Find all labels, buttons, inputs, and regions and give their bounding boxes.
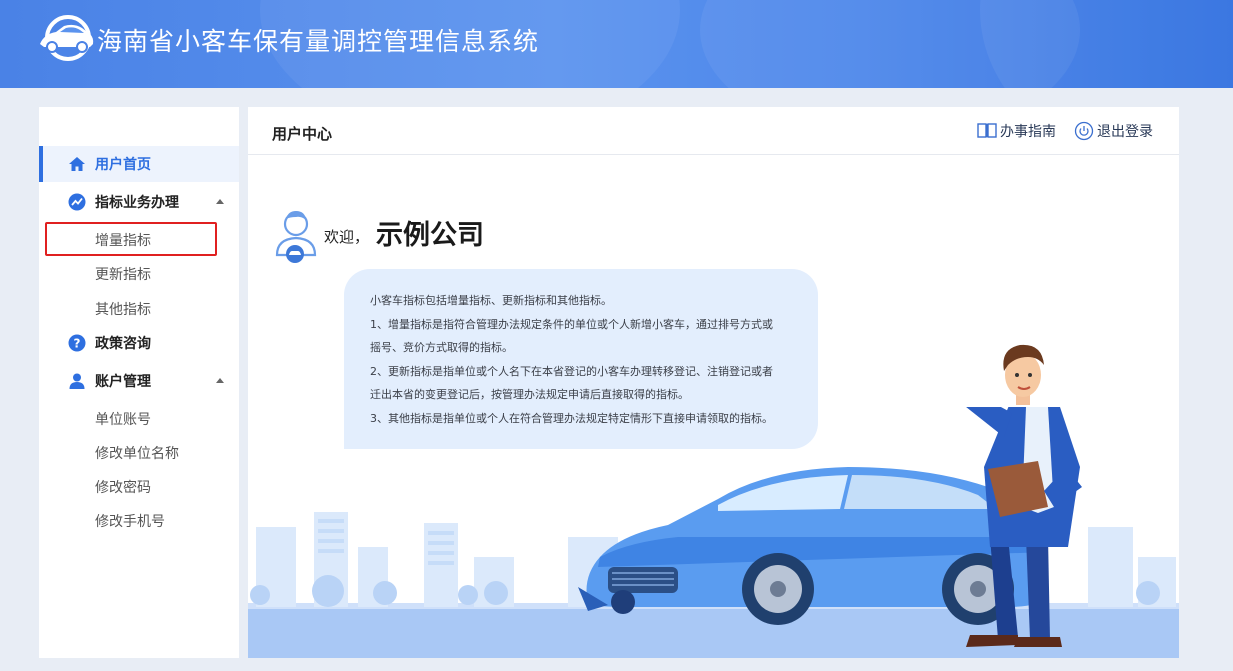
sidebar-subitem-renewal-quota[interactable]: 更新指标 (95, 264, 151, 284)
sidebar-subitem-change-phone[interactable]: 修改手机号 (95, 511, 165, 531)
power-icon (1074, 121, 1094, 141)
main-header: 用户中心 办事指南 退出登录 (248, 107, 1179, 155)
sidebar-item-label: 账户管理 (95, 374, 151, 390)
sidebar-subitem-change-password[interactable]: 修改密码 (95, 477, 151, 497)
intro-line: 1、增量指标是指符合管理办法规定条件的单位或个人新增小客车，通过排号方式或 (370, 317, 773, 331)
sidebar-item-quota-business[interactable]: 指标业务办理 (39, 184, 239, 220)
sidebar-item-policy[interactable]: ? 政策咨询 (39, 325, 239, 361)
caret-up-icon (216, 378, 224, 383)
intro-line: 小客车指标包括增量指标、更新指标和其他指标。 (370, 294, 612, 307)
sidebar-item-home[interactable]: 用户首页 (39, 146, 239, 182)
app-title: 海南省小客车保有量调控管理信息系统 (97, 27, 540, 56)
svg-text:?: ? (74, 337, 81, 351)
question-icon: ? (68, 334, 86, 352)
sidebar-subitem-unit-account[interactable]: 单位账号 (95, 409, 151, 429)
header-decoration (980, 0, 1233, 88)
sidebar-item-label: 政策咨询 (95, 336, 151, 352)
main-panel: 用户中心 办事指南 退出登录 欢迎， 示例公司 小客车指标包括增量指标、更新指标… (248, 107, 1179, 658)
guide-link-label: 办事指南 (1000, 124, 1056, 140)
presenter-head (1003, 344, 1044, 405)
app-header: 海南省小客车保有量调控管理信息系统 (0, 0, 1233, 88)
page-title: 用户中心 (272, 125, 333, 143)
sidebar-item-label: 用户首页 (95, 157, 151, 173)
user-icon (68, 372, 86, 390)
intro-line: 2、更新指标是指单位或个人名下在本省登记的小客车办理转移登记、注销登记或者 (370, 364, 773, 378)
car-graphic (578, 467, 1048, 625)
welcome-label: 欢迎， (324, 228, 370, 246)
logout-link-label: 退出登录 (1097, 124, 1153, 140)
book-icon (977, 123, 997, 138)
sidebar-subitem-increment-quota[interactable]: 增量指标 (95, 230, 151, 250)
sidebar-item-label: 指标业务办理 (95, 195, 179, 211)
caret-up-icon (216, 199, 224, 204)
home-icon (68, 155, 86, 173)
sidebar-item-account[interactable]: 账户管理 (39, 363, 239, 399)
sidebar: 用户首页 指标业务办理 增量指标 更新指标 其他指标 ? 政策咨询 账户管理 单… (39, 107, 239, 658)
trend-icon (68, 193, 86, 211)
car-logo-icon (40, 15, 94, 61)
company-name: 示例公司 (376, 220, 484, 251)
car-illustration (248, 407, 1179, 658)
logout-link[interactable]: 退出登录 (1074, 121, 1153, 141)
sidebar-subitem-edit-unit-name[interactable]: 修改单位名称 (95, 443, 179, 463)
sidebar-subitem-other-quota[interactable]: 其他指标 (95, 299, 151, 319)
intro-line: 迁出本省的变更登记后，按管理办法规定申请后直接取得的指标。 (370, 388, 689, 401)
guide-link[interactable]: 办事指南 (977, 121, 1056, 141)
user-avatar-icon (275, 211, 317, 263)
intro-line: 摇号、竞价方式取得的指标。 (370, 341, 513, 354)
